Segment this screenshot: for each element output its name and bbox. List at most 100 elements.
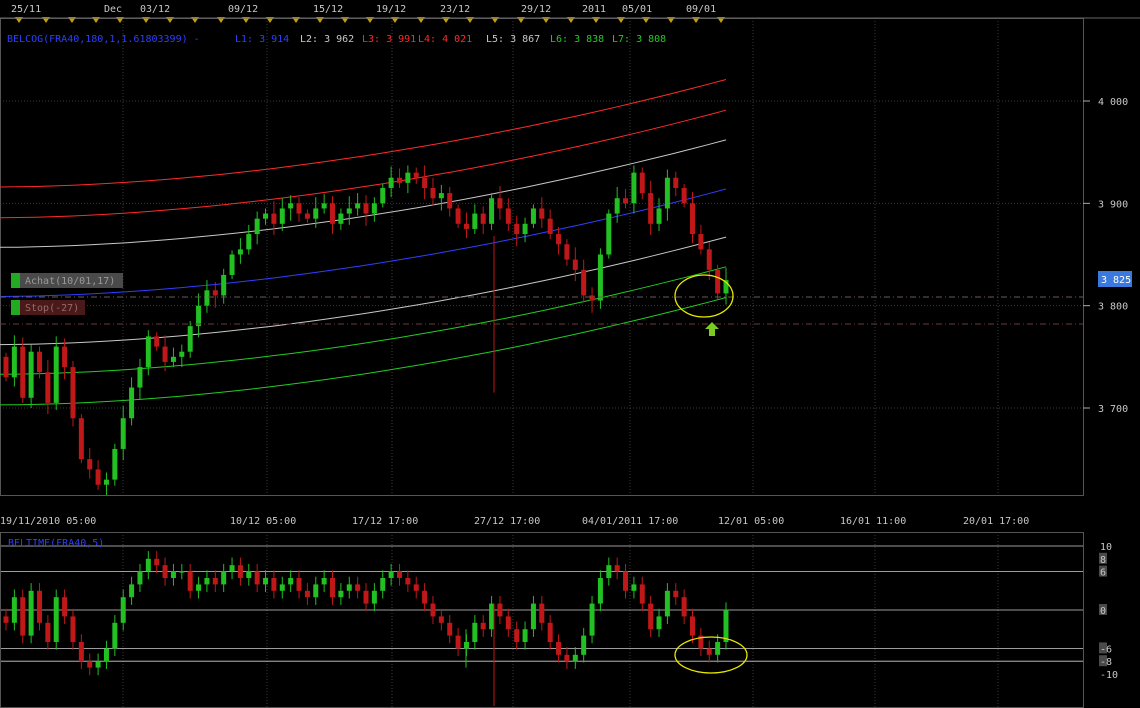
osc-bar (405, 578, 411, 585)
candle-body (438, 193, 444, 199)
candle-body (271, 213, 277, 224)
candle-body (673, 177, 679, 188)
osc-bar (246, 571, 252, 578)
osc-bar (505, 616, 511, 630)
osc-bar (388, 571, 394, 578)
osc-bar (656, 616, 662, 630)
osc-bar (53, 597, 59, 642)
candle-body (296, 203, 302, 214)
osc-bar (556, 642, 562, 655)
top-date-label: 05/01 (622, 4, 652, 15)
candle-body (681, 187, 687, 204)
osc-bar (539, 603, 545, 623)
bottom-date-label: 16/01 11:00 (840, 516, 906, 527)
candle-body (631, 172, 637, 204)
indicator-level: L5: 3 867 (486, 34, 540, 45)
osc-bar (422, 590, 428, 604)
candle-body (196, 305, 202, 327)
candle-body (137, 367, 143, 388)
candle-body (597, 254, 603, 301)
osc-bar (28, 590, 34, 636)
candle-body (472, 213, 478, 229)
bottom-date-label: 10/12 05:00 (230, 516, 296, 527)
candle-body (581, 269, 587, 296)
candle-body (363, 203, 369, 214)
osc-bar (11, 597, 17, 623)
osc-axis-label: -10 (1100, 670, 1118, 681)
candle-body (78, 418, 84, 460)
candle-body (380, 187, 386, 204)
osc-bar (706, 648, 712, 655)
candle-body (179, 351, 185, 357)
osc-axis-label: 8 (1100, 555, 1106, 566)
candle-body (648, 193, 654, 224)
candle-body (489, 198, 495, 224)
bottom-date-label: 27/12 17:00 (474, 516, 540, 527)
osc-bar (489, 603, 495, 630)
candle-body (623, 198, 629, 204)
candle-body (539, 208, 545, 219)
bottom-date-label: 17/12 17:00 (352, 516, 418, 527)
price-chart[interactable]: 25/11 Dec 03/12 09/12 15/12 19/12 23/12 29/12 20… (0, 0, 1140, 708)
candle-body (564, 244, 570, 260)
osc-bar (455, 635, 461, 649)
candle-body (95, 469, 101, 485)
candle-body (162, 346, 168, 362)
candle-body (338, 213, 344, 224)
osc-bar (20, 597, 26, 636)
osc-axis-label: 6 (1100, 568, 1106, 579)
candle-body (28, 351, 34, 398)
top-date-label: 23/12 (440, 4, 470, 15)
osc-bar (304, 590, 310, 598)
stop-order-label[interactable]: Stop(-27) (25, 303, 79, 314)
osc-bar (380, 578, 386, 591)
candle-body (639, 172, 645, 194)
candle-body (572, 259, 578, 270)
osc-bar (413, 584, 419, 591)
osc-bar (263, 578, 269, 585)
stop-order-swatch (11, 300, 20, 315)
candle-body (530, 208, 536, 224)
osc-bar (664, 590, 670, 617)
buy-order-label[interactable]: Achat(10/01,17) (25, 276, 115, 287)
osc-bar (690, 616, 696, 636)
osc-bar (514, 629, 520, 642)
candle-body (154, 336, 160, 347)
osc-bar (363, 590, 369, 604)
candle-body (589, 295, 595, 301)
osc-bar (681, 597, 687, 617)
candle-body (170, 356, 176, 362)
osc-bar (95, 661, 101, 668)
osc-bar (355, 584, 361, 591)
osc-bar (288, 578, 294, 585)
indicator-level: L3: 3 991 (362, 34, 416, 45)
top-date-label: 09/01 (686, 4, 716, 15)
bottom-date-label: 19/11/2010 05:00 (0, 516, 96, 527)
candle-body (355, 203, 361, 209)
candle-body (263, 213, 269, 219)
osc-bar (129, 584, 135, 598)
osc-bar (120, 597, 126, 623)
osc-bar (254, 571, 260, 585)
osc-bar (221, 571, 227, 585)
osc-axis-label: 0 (1100, 606, 1106, 617)
osc-bar (346, 584, 352, 591)
candle-body (321, 203, 327, 209)
candle-body (3, 356, 9, 378)
top-date-label: 09/12 (228, 4, 258, 15)
price-tick-label: 3 700 (1098, 404, 1128, 415)
indicator-level: L2: 3 962 (300, 34, 354, 45)
candle-body (229, 254, 235, 275)
osc-bar (62, 597, 68, 617)
candle-body (11, 346, 17, 378)
candle-body (430, 187, 436, 199)
candle-body (698, 234, 704, 250)
current-price-label: 3 825 (1101, 275, 1131, 286)
candle-body (313, 208, 319, 219)
candle-body (103, 479, 109, 485)
osc-bar (271, 578, 277, 591)
candle-body (304, 213, 310, 219)
osc-bar (530, 603, 536, 630)
osc-bar (103, 648, 109, 662)
candle-body (480, 213, 486, 224)
